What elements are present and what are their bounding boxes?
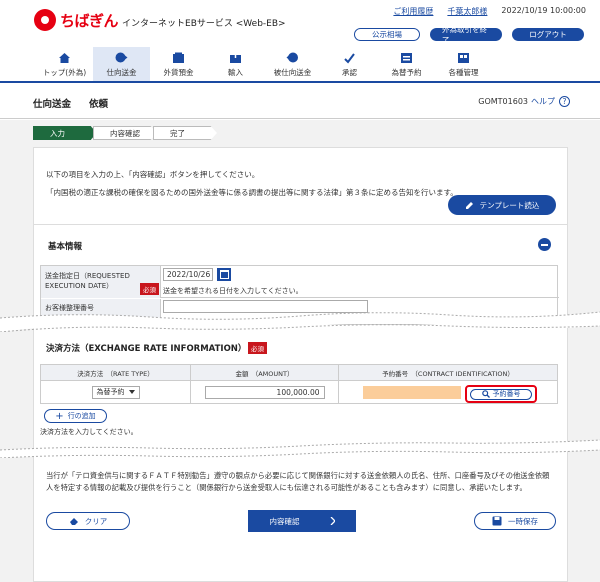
temporary-save-button[interactable]: 一時保存	[474, 512, 556, 530]
contract-id-input[interactable]	[363, 385, 461, 399]
load-template-button[interactable]: テンプレート読込	[448, 195, 556, 215]
add-row-button[interactable]: + 行の追加	[44, 409, 107, 423]
header: ちばぎん インターネットEBサービス <Web-EB> ご利用履歴 千葉太郎様 …	[0, 0, 600, 47]
screen-code: GOMT01603	[478, 97, 528, 106]
approve-icon	[343, 51, 357, 64]
load-template-label: テンプレート読込	[479, 200, 540, 210]
caret-down-icon	[128, 390, 135, 394]
clear-button[interactable]: クリア	[46, 512, 130, 530]
rate-type-value: 為替予約	[96, 388, 125, 396]
divider	[33, 224, 568, 225]
nav-label: 仕向送金	[106, 68, 137, 77]
service-name: インターネットEBサービス <Web-EB>	[122, 18, 286, 29]
end-fx-button[interactable]: 外為取引を終了	[430, 25, 502, 45]
page-title-main: 仕向送金	[33, 99, 72, 110]
nav-label: 輸入	[228, 68, 243, 77]
required-badge: 必須	[140, 283, 159, 295]
nav-label: 外貨預金	[163, 68, 194, 77]
nav-label: トップ(外為)	[42, 68, 87, 77]
nav-label: 被仕向送金	[273, 68, 312, 77]
nav-label: 為替予約	[391, 68, 422, 77]
public-market-button[interactable]: 公示相場	[354, 28, 420, 41]
confirm-button[interactable]: 内容確認	[248, 510, 356, 532]
nav-item-top[interactable]: トップ(外為)	[36, 47, 93, 81]
plus-icon: +	[55, 410, 64, 422]
confirm-label: 内容確認	[269, 516, 300, 526]
nav-item-management[interactable]: 各種管理	[435, 47, 492, 81]
step-confirm: 内容確認	[93, 126, 157, 140]
import-icon	[229, 51, 243, 64]
help-icon: ?	[559, 96, 570, 107]
floppy-disk-icon	[492, 516, 502, 526]
page-break-bottom	[0, 439, 600, 458]
intro-line-1: 以下の項目を入力の上、「内容確認」ボタンを押してください。	[46, 170, 260, 179]
logo-mark-icon	[34, 9, 56, 31]
col-amount: 金額 （AMOUNT）	[191, 365, 339, 380]
remit-date-hint: 送金を希望される日付を入力してください。	[163, 287, 303, 295]
page-header: 仕向送金 依頼 GOMT01603 ヘルプ ?	[0, 85, 600, 119]
rate-table-header: 決済方法 （RATE TYPE） 金額 （AMOUNT） 予約番号 （CONTR…	[41, 365, 557, 381]
consent-notice: 当行が「テロ資金供与に関するＦＡＴＦ特別勧告」遵守の観点から必要に応じて関係銀行…	[46, 471, 550, 492]
deposit-icon	[172, 51, 186, 64]
rate-info-title: 決済方法（EXCHANGE RATE INFORMATION）	[46, 344, 247, 354]
usage-history-link[interactable]: ご利用履歴	[393, 6, 433, 17]
logout-button[interactable]: ログアウト	[512, 28, 584, 41]
amount-input[interactable]: 100,000.00	[204, 385, 325, 399]
login-datetime: 2022/10/19 10:00:00	[501, 6, 586, 15]
logo-name: ちばぎん	[60, 11, 119, 30]
header-buttons: 公示相場 外為取引を終了 ログアウト	[354, 25, 584, 45]
nav-label: 承認	[342, 68, 357, 77]
col-contract-id: 予約番号 （CONTRACT IDENTIFICATION）	[382, 369, 514, 378]
forward-icon	[400, 51, 414, 64]
help-label: ヘルプ	[531, 97, 555, 106]
nav-item-approval[interactable]: 承認	[321, 47, 378, 81]
bank-logo[interactable]: ちばぎん インターネットEBサービス <Web-EB>	[34, 9, 286, 31]
nav-item-fx-deposit[interactable]: 外貨預金	[150, 47, 207, 81]
rate-type-cell: 為替予約	[41, 381, 191, 403]
home-icon	[58, 51, 72, 64]
remit-date-label-line1: 送金指定日（REQUESTED	[45, 272, 130, 280]
chevron-right-icon	[330, 517, 335, 525]
reservation-number-button[interactable]: 予約番号	[470, 388, 532, 400]
temporary-save-label: 一時保存	[508, 516, 538, 526]
nav-item-import[interactable]: 輸入	[207, 47, 264, 81]
step-complete: 完了	[153, 126, 217, 140]
intro-text: 以下の項目を入力の上、「内容確認」ボタンを押してください。 「内国税の適正な課税…	[46, 166, 458, 202]
add-row-label: 行の追加	[67, 412, 96, 420]
col-rate-type: 決済方法 （RATE TYPE）	[41, 365, 191, 380]
pencil-icon	[465, 201, 473, 209]
nav-label: 各種管理	[448, 68, 479, 77]
required-badge: 必須	[248, 342, 267, 354]
intro-line-2: 「内国税の適正な課税の確保を図るための国外送金等に係る調書の提出等に関する法律」…	[46, 188, 458, 197]
user-name-link[interactable]: 千葉太郎様	[447, 6, 487, 17]
rate-type-select[interactable]: 為替予約	[91, 385, 140, 399]
nav-item-fx-forward[interactable]: 為替予約	[378, 47, 435, 81]
page-title-sub: 依頼	[89, 99, 109, 110]
calendar-icon[interactable]	[217, 268, 231, 281]
progress-steps: 入力 内容確認 完了	[33, 126, 217, 140]
basic-info-title: 基本情報	[48, 242, 83, 252]
manage-icon	[457, 51, 471, 64]
receive-icon	[286, 51, 300, 64]
clear-label: クリア	[84, 516, 108, 526]
nav-item-outward-remittance[interactable]: 仕向送金	[93, 47, 150, 81]
step-input: 入力	[33, 126, 97, 140]
remit-date-input[interactable]: 2022/10/26	[163, 268, 213, 281]
search-icon	[481, 390, 490, 398]
eraser-icon	[69, 518, 78, 525]
page-break-top	[0, 311, 600, 332]
reservation-number-highlight: 予約番号	[465, 385, 537, 403]
global-nav: トップ(外為) 仕向送金 外貨預金 輸入 被仕向送金 承認 為替予約 各種管理	[0, 47, 600, 83]
reservation-number-label: 予約番号	[492, 390, 521, 398]
top-links: ご利用履歴 千葉太郎様 2022/10/19 10:00:00	[393, 6, 586, 17]
page-title: 仕向送金 依頼	[33, 96, 108, 110]
amount-cell: 100,000.00	[191, 381, 339, 403]
send-icon	[115, 51, 129, 64]
collapse-icon[interactable]	[538, 238, 551, 251]
nav-item-inward-remittance[interactable]: 被仕向送金	[264, 47, 321, 81]
help-link[interactable]: ヘルプ ?	[531, 96, 570, 107]
